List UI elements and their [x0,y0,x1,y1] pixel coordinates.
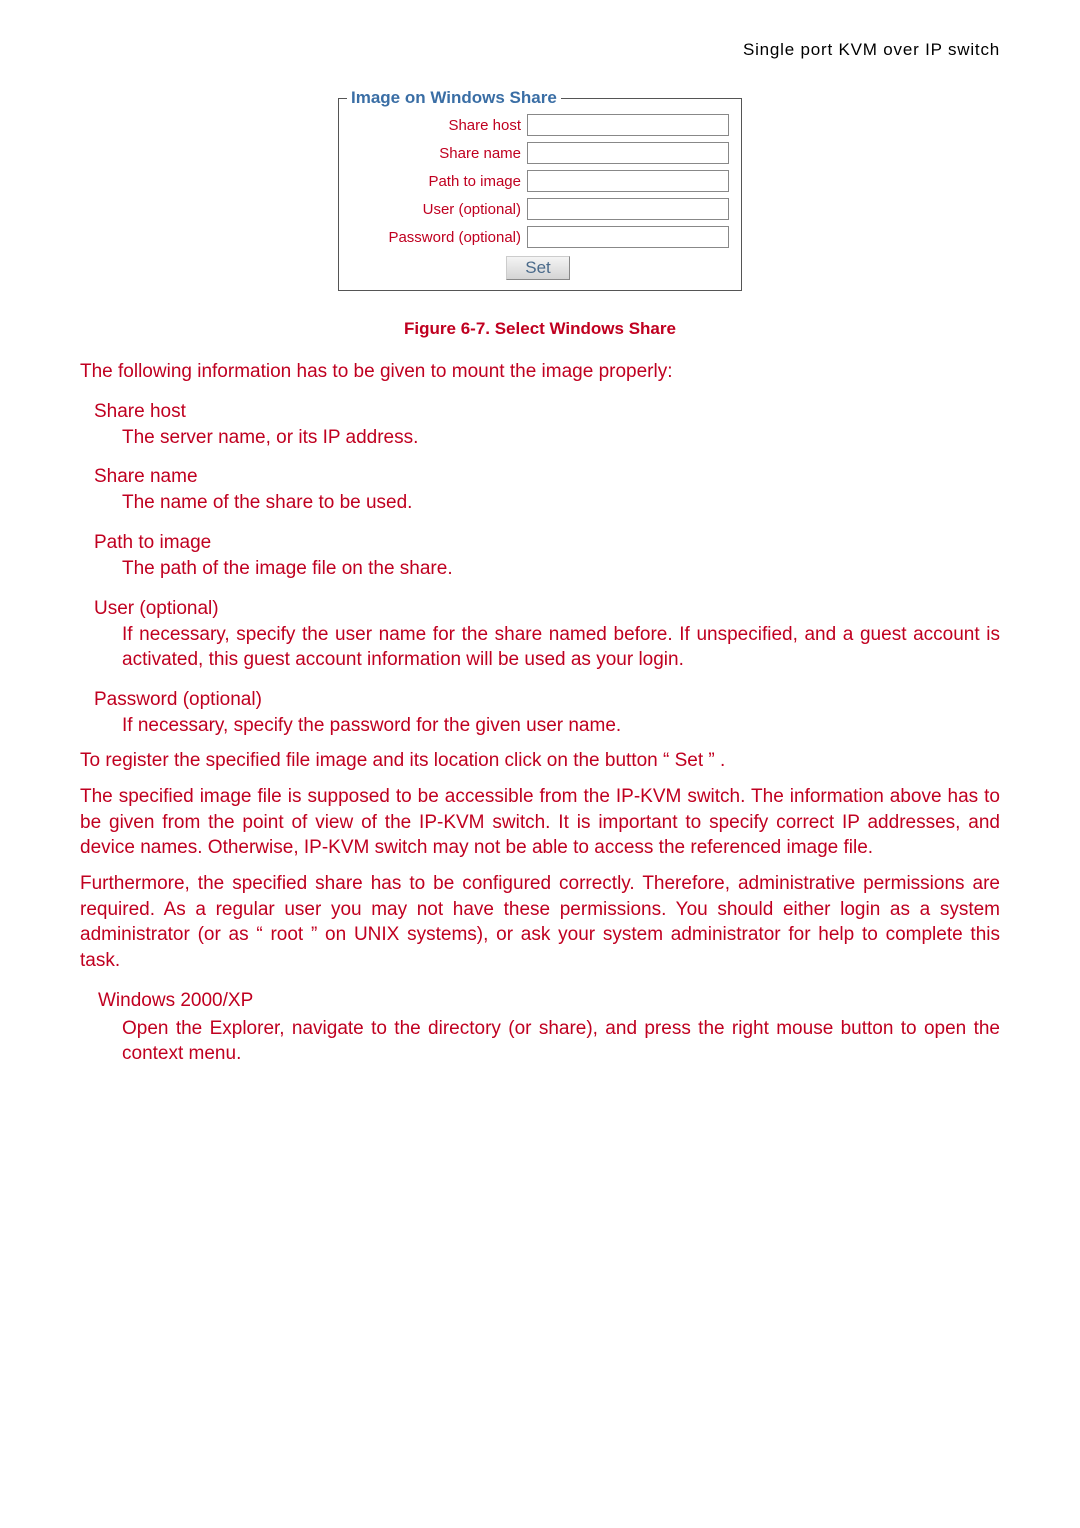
row-share-host: Share host [347,114,729,136]
def-desc-user-optional: If necessary, specify the user name for … [122,622,1000,673]
paragraph-2: Furthermore, the specified share has to … [80,871,1000,974]
label-share-name: Share name [347,145,527,162]
input-password-optional[interactable] [527,226,729,248]
def-term-password-optional: Password (optional) [94,689,1000,711]
input-path-to-image[interactable] [527,170,729,192]
windows-desc: Open the Explorer, navigate to the direc… [122,1016,1000,1067]
row-password-optional: Password (optional) [347,226,729,248]
def-desc-password-optional: If necessary, specify the password for t… [122,713,1000,739]
row-user-optional: User (optional) [347,198,729,220]
windows-share-fieldset: Image on Windows Share Share host Share … [338,88,742,291]
page: Single port KVM over IP switch Image on … [0,0,1080,1133]
label-share-host: Share host [347,117,527,134]
label-path-to-image: Path to image [347,173,527,190]
row-share-name: Share name [347,142,729,164]
label-user-optional: User (optional) [347,201,527,218]
set-button-row: Set [347,256,729,280]
def-desc-share-host: The server name, or its IP address. [122,425,1000,451]
def-term-share-name: Share name [94,466,1000,488]
paragraph-1: The specified image file is supposed to … [80,784,1000,861]
set-button[interactable]: Set [506,256,570,280]
input-share-host[interactable] [527,114,729,136]
row-path-to-image: Path to image [347,170,729,192]
figure-caption: Figure 6-7. Select Windows Share [80,319,1000,339]
input-share-name[interactable] [527,142,729,164]
def-desc-share-name: The name of the share to be used. [122,490,1000,516]
fieldset-legend: Image on Windows Share [347,88,561,108]
label-password-optional: Password (optional) [347,229,527,246]
windows-term: Windows 2000/XP [98,990,1000,1012]
def-desc-path-to-image: The path of the image file on the share. [122,556,1000,582]
def-term-user-optional: User (optional) [94,598,1000,620]
def-term-path-to-image: Path to image [94,532,1000,554]
page-header-title: Single port KVM over IP switch [80,40,1000,60]
intro-text: The following information has to be give… [80,359,1000,385]
input-user-optional[interactable] [527,198,729,220]
set-text: To register the specified file image and… [80,748,1000,774]
def-term-share-host: Share host [94,401,1000,423]
